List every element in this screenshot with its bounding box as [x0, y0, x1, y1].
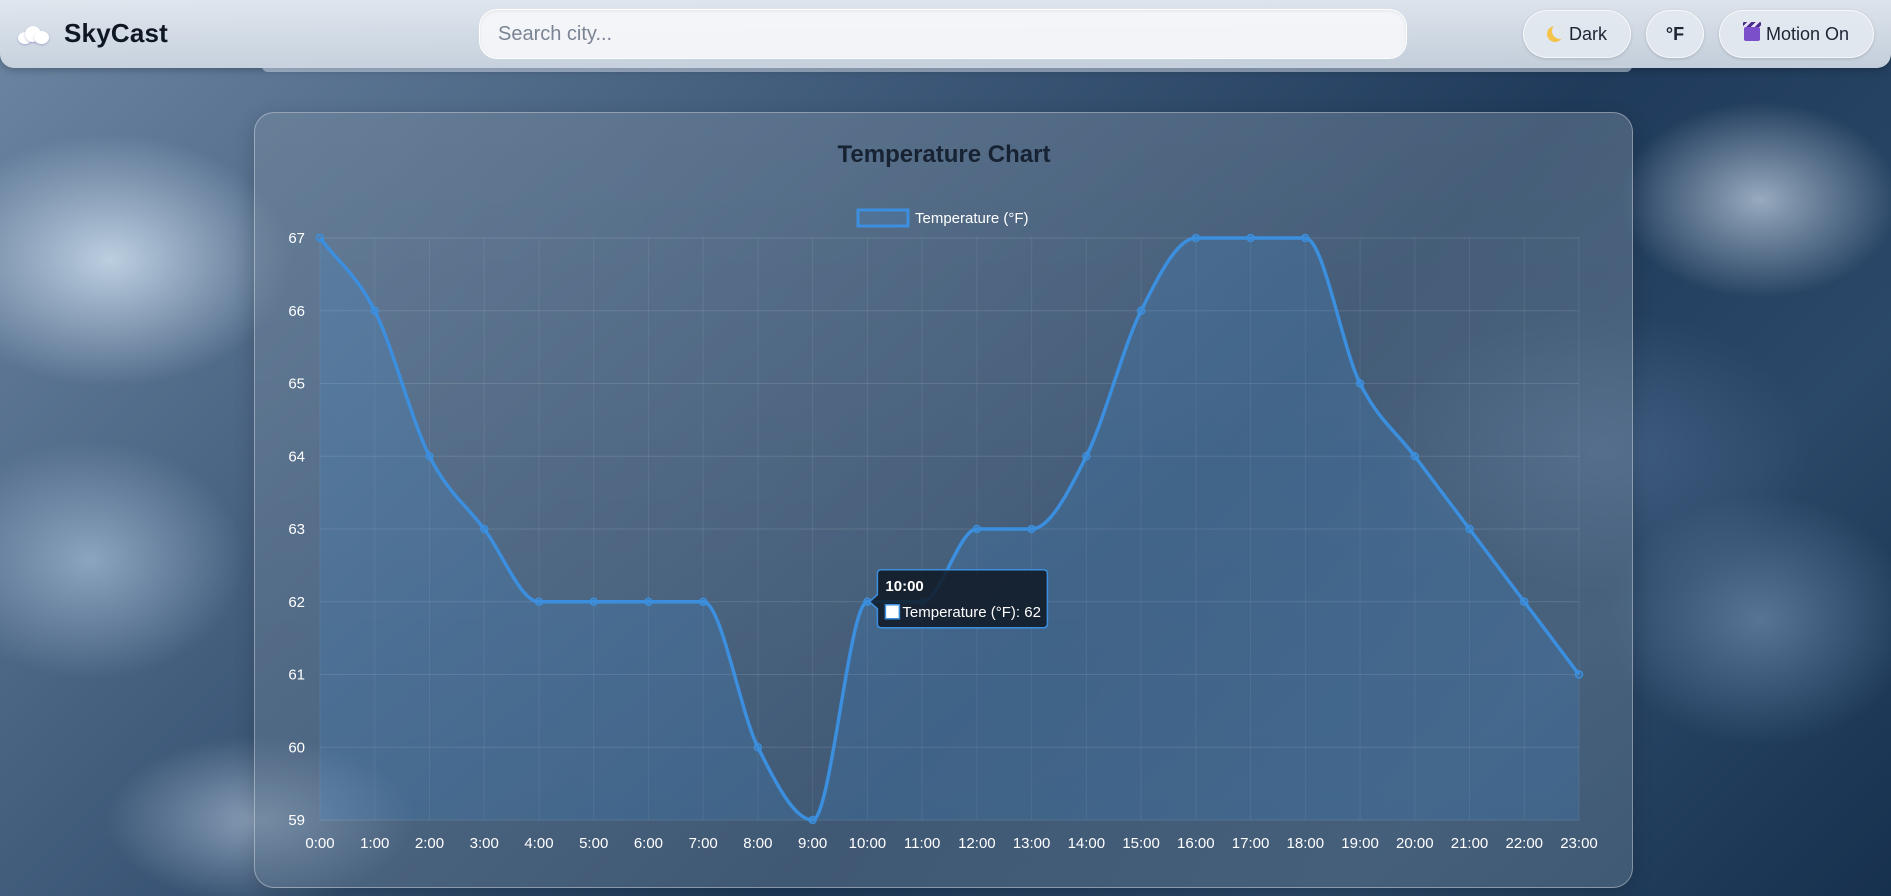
data-point[interactable] — [425, 452, 434, 461]
x-tick-label: 12:00 — [958, 835, 996, 852]
x-tick-label: 20:00 — [1396, 835, 1434, 852]
data-point[interactable] — [1027, 524, 1036, 534]
x-tick-label: 6:00 — [634, 835, 663, 852]
data-point[interactable] — [644, 597, 653, 606]
x-tick-label: 22:00 — [1505, 835, 1543, 852]
x-tick-label: 9:00 — [798, 835, 827, 852]
data-point[interactable] — [589, 597, 598, 606]
legend-label: Temperature (°F) — [915, 210, 1029, 227]
brand[interactable]: SkyCast — [18, 18, 168, 49]
data-point[interactable] — [534, 597, 544, 606]
data-point[interactable] — [808, 815, 817, 825]
x-tick-label: 16:00 — [1177, 835, 1215, 852]
tooltip-title: 10:00 — [885, 578, 923, 595]
x-tick-label: 0:00 — [305, 835, 334, 852]
x-tick-label: 1:00 — [360, 835, 389, 852]
x-tick-label: 3:00 — [470, 835, 499, 852]
data-point[interactable] — [1301, 233, 1310, 243]
search-input[interactable] — [479, 9, 1407, 59]
chart-title: Temperature Chart — [838, 141, 1051, 168]
dark-mode-label: Dark — [1568, 23, 1607, 44]
data-point[interactable] — [1082, 452, 1091, 461]
data-point[interactable] — [698, 597, 708, 606]
app-header: SkyCast Dark °F Motion On — [0, 0, 1891, 68]
x-tick-label: 19:00 — [1341, 835, 1379, 852]
x-tick-label: 13:00 — [1013, 835, 1051, 852]
tooltip-body: Temperature (°F): 62 — [902, 604, 1041, 621]
x-tick-label: 18:00 — [1287, 835, 1325, 852]
x-axis: 0:00 1:00 2:00 3:00 4:00 5:00 6:00 7:00 8:00 9:00… — [305, 835, 1597, 852]
x-tick-label: 7:00 — [689, 835, 718, 852]
clapper-icon — [1742, 22, 1761, 41]
data-point[interactable] — [1191, 233, 1201, 243]
motion-label: Motion On — [1765, 23, 1850, 44]
unit-label: °F — [1665, 23, 1685, 44]
tooltip-swatch — [884, 604, 901, 620]
x-tick-label: 14:00 — [1068, 835, 1106, 852]
x-tick-label: 4:00 — [524, 835, 553, 852]
data-point[interactable] — [1246, 233, 1255, 243]
data-point[interactable] — [315, 233, 325, 243]
data-point[interactable] — [753, 743, 763, 752]
y-tick-label: 65 — [288, 376, 305, 393]
legend-swatch — [856, 208, 910, 228]
y-tick-label: 64 — [288, 448, 305, 465]
x-tick-label: 2:00 — [415, 835, 444, 852]
unit-toggle-button[interactable]: °F — [1646, 10, 1704, 58]
brand-name: SkyCast — [64, 18, 169, 48]
data-point[interactable] — [370, 306, 379, 315]
y-axis: 67 66 65 64 63 62 61 60 59 — [288, 230, 305, 829]
data-point[interactable] — [972, 524, 982, 534]
x-tick-label: 15:00 — [1122, 835, 1160, 852]
y-tick-label: 63 — [288, 521, 305, 538]
x-tick-label: 5:00 — [579, 835, 608, 852]
data-point[interactable] — [1465, 524, 1474, 534]
x-tick-label: 8:00 — [743, 835, 772, 852]
y-tick-label: 66 — [288, 303, 305, 320]
cloud-icon — [18, 24, 50, 44]
header-underlay — [262, 66, 1632, 72]
moon-icon — [1546, 26, 1563, 42]
x-tick-label: 23:00 — [1560, 835, 1598, 852]
data-point[interactable] — [479, 524, 489, 534]
data-point[interactable] — [1355, 379, 1365, 388]
x-tick-label: 10:00 — [849, 835, 887, 852]
dark-mode-button[interactable]: Dark — [1523, 10, 1631, 58]
data-point[interactable] — [1574, 670, 1584, 679]
y-tick-label: 61 — [288, 667, 305, 684]
data-point[interactable] — [1520, 597, 1529, 606]
temperature-chart-card: Temperature Chart Temperature (°F) 67 66 6… — [254, 112, 1633, 888]
x-tick-label: 21:00 — [1451, 835, 1489, 852]
x-tick-label: 11:00 — [904, 835, 940, 852]
y-tick-label: 67 — [288, 230, 305, 247]
y-tick-label: 62 — [288, 594, 305, 611]
chart-legend[interactable]: Temperature (°F) — [856, 208, 1029, 228]
data-point[interactable] — [1136, 306, 1146, 315]
y-tick-label: 59 — [288, 812, 305, 829]
temperature-chart: Temperature Chart Temperature (°F) 67666… — [288, 141, 1597, 852]
motion-toggle-button[interactable]: Motion On — [1719, 10, 1874, 58]
x-tick-label: 17:00 — [1232, 835, 1270, 852]
data-point[interactable] — [1410, 452, 1420, 461]
chart-tooltip: 10:00 Temperature (°F): 62 — [868, 569, 1049, 629]
y-tick-label: 60 — [288, 739, 305, 756]
